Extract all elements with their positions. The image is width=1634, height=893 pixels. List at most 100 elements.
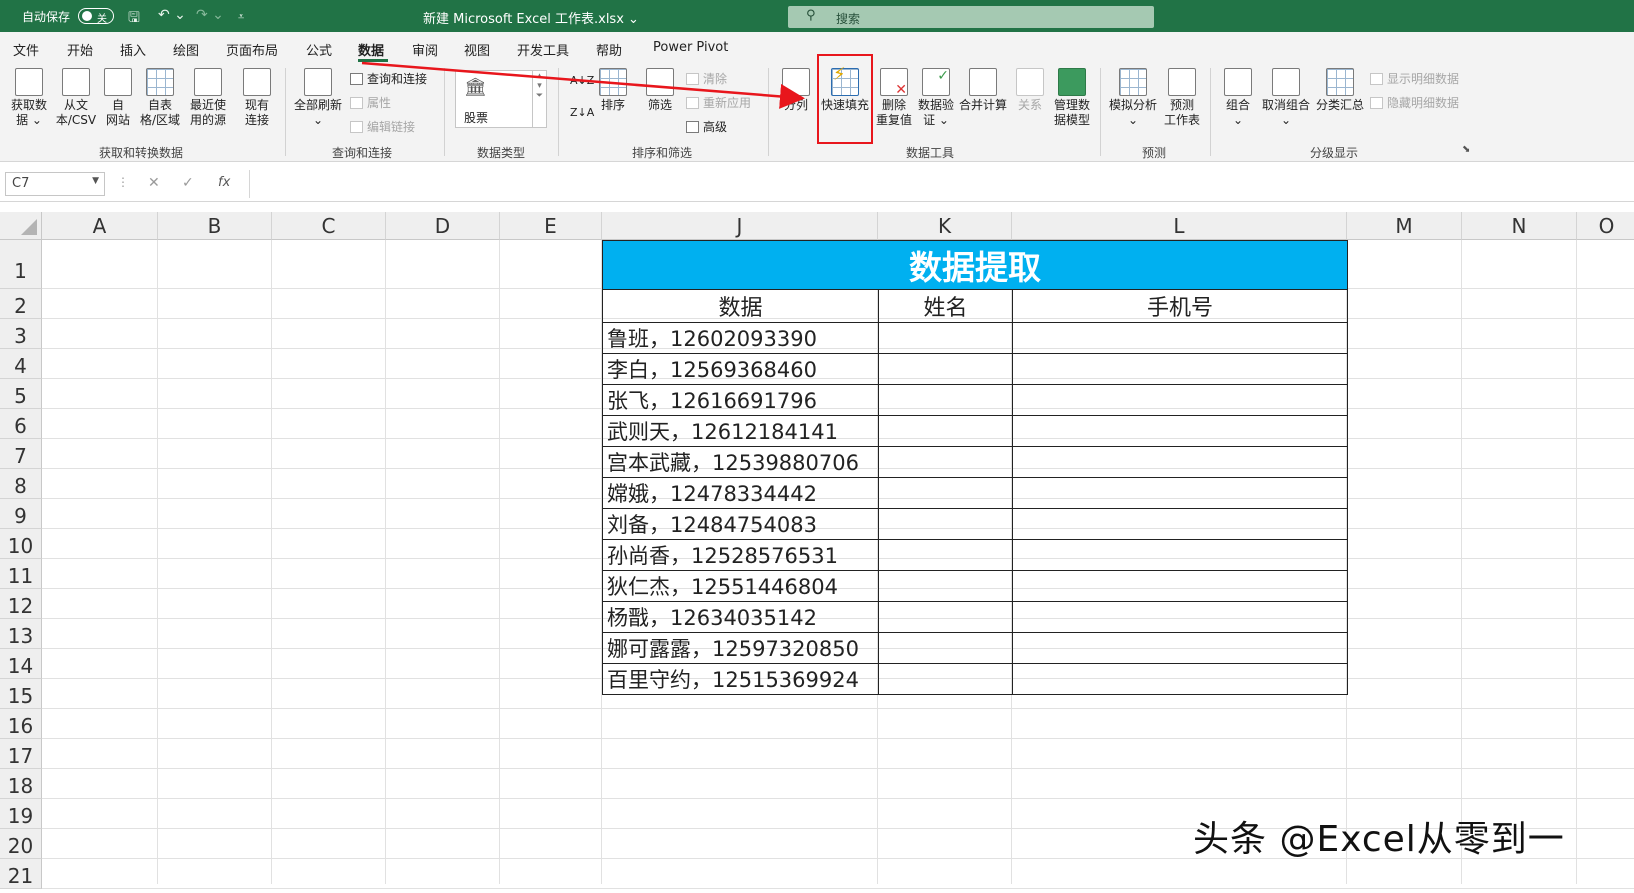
- sort-za-icon[interactable]: Z↓A: [570, 106, 594, 119]
- phone-cell[interactable]: [1012, 508, 1348, 540]
- row-header-17[interactable]: 17: [0, 739, 42, 769]
- phone-cell[interactable]: [1012, 601, 1348, 633]
- recent-sources-button[interactable]: 最近使 用的源: [185, 68, 231, 128]
- outline-dialog-launcher-icon[interactable]: ⬊: [1462, 144, 1470, 155]
- name-cell[interactable]: [878, 570, 1013, 602]
- row-header-1[interactable]: 1: [0, 240, 42, 289]
- ungroup-button[interactable]: 取消组合 ⌄: [1260, 68, 1312, 128]
- customize-qat-icon[interactable]: ⩡: [238, 10, 244, 24]
- data-cell[interactable]: 宫本武藏，12539880706: [602, 446, 879, 478]
- row-header-13[interactable]: 13: [0, 619, 42, 649]
- row-header-12[interactable]: 12: [0, 589, 42, 619]
- row-header-15[interactable]: 15: [0, 679, 42, 709]
- column-header-j[interactable]: J: [602, 212, 878, 240]
- tab-developer[interactable]: 开发工具: [517, 40, 569, 59]
- row-header-8[interactable]: 8: [0, 469, 42, 499]
- name-cell[interactable]: [878, 322, 1013, 354]
- sort-az-icon[interactable]: A↓Z: [570, 74, 594, 87]
- row-header-21[interactable]: 21: [0, 859, 42, 889]
- name-box[interactable]: C7 ▼: [5, 172, 105, 196]
- row-header-6[interactable]: 6: [0, 409, 42, 439]
- search-box[interactable]: ⚲ 搜索: [788, 6, 1154, 28]
- data-cell[interactable]: 张飞，12616691796: [602, 384, 879, 416]
- name-cell[interactable]: [878, 477, 1013, 509]
- gallery-scroll[interactable]: ▴ ▾ ⏷: [532, 71, 546, 127]
- filter-button[interactable]: 筛选: [643, 68, 677, 113]
- phone-cell[interactable]: [1012, 539, 1348, 571]
- row-header-11[interactable]: 11: [0, 559, 42, 589]
- column-header-o[interactable]: O: [1577, 212, 1634, 240]
- row-header-19[interactable]: 19: [0, 799, 42, 829]
- data-cell[interactable]: 武则天，12612184141: [602, 415, 879, 447]
- undo-icon[interactable]: ↶ ⌄: [158, 7, 186, 23]
- row-header-7[interactable]: 7: [0, 439, 42, 469]
- redo-icon[interactable]: ↷ ⌄: [196, 7, 224, 23]
- name-cell[interactable]: [878, 632, 1013, 664]
- phone-cell[interactable]: [1012, 446, 1348, 478]
- clear-filter-button[interactable]: 清除: [686, 70, 727, 87]
- phone-cell[interactable]: [1012, 477, 1348, 509]
- formula-input[interactable]: [249, 170, 1634, 198]
- row-header-10[interactable]: 10: [0, 529, 42, 559]
- tab-file[interactable]: 文件: [13, 40, 39, 59]
- phone-cell[interactable]: [1012, 632, 1348, 664]
- get-data-button[interactable]: 获取数 据 ⌄: [8, 68, 50, 128]
- row-header-16[interactable]: 16: [0, 709, 42, 739]
- stock-data-type-gallery[interactable]: 🏛 股票 ▴ ▾ ⏷: [455, 70, 547, 128]
- data-cell[interactable]: 百里守约，12515369924: [602, 663, 879, 695]
- data-validation-button[interactable]: ✓ 数据验 证 ⌄: [914, 68, 958, 128]
- relationships-button[interactable]: 关系: [1012, 68, 1048, 113]
- row-header-4[interactable]: 4: [0, 349, 42, 379]
- data-cell[interactable]: 鲁班，12602093390: [602, 322, 879, 354]
- tab-draw[interactable]: 绘图: [173, 40, 199, 59]
- name-cell[interactable]: [878, 508, 1013, 540]
- remove-duplicates-button[interactable]: ✕ 删除 重复值: [874, 68, 914, 128]
- name-cell[interactable]: [878, 601, 1013, 633]
- data-cell[interactable]: 刘备，12484754083: [602, 508, 879, 540]
- name-cell[interactable]: [878, 353, 1013, 385]
- edit-links-button[interactable]: 编辑链接: [350, 118, 415, 135]
- tab-power-pivot[interactable]: Power Pivot: [653, 40, 728, 55]
- forecast-sheet-button[interactable]: 预测 工作表: [1160, 68, 1204, 128]
- column-header-b[interactable]: B: [158, 212, 272, 240]
- column-header-m[interactable]: M: [1347, 212, 1462, 240]
- group-button[interactable]: 组合 ⌄: [1220, 68, 1256, 128]
- name-cell[interactable]: [878, 539, 1013, 571]
- name-cell[interactable]: [878, 663, 1013, 695]
- subtotal-button[interactable]: 分类汇总: [1314, 68, 1366, 113]
- row-header-14[interactable]: 14: [0, 649, 42, 679]
- chevron-down-icon[interactable]: ▼: [92, 176, 99, 186]
- table-title[interactable]: 数据提取: [602, 240, 1348, 290]
- insert-function-icon[interactable]: fx: [218, 175, 230, 190]
- advanced-filter-button[interactable]: 高级: [686, 118, 727, 135]
- header-phone[interactable]: 手机号: [1012, 289, 1348, 323]
- row-header-20[interactable]: 20: [0, 829, 42, 859]
- cancel-entry-icon[interactable]: ✕: [148, 175, 160, 191]
- worksheet-grid[interactable]: ABCDEJKLMNO 1 2 3 4 5 6 7 8 9 10 11 12 13 14 15 16 17 18 1…: [0, 212, 1634, 889]
- from-web-button[interactable]: 自 网站: [102, 68, 134, 128]
- data-cell[interactable]: 嫦娥，12478334442: [602, 477, 879, 509]
- select-all-button[interactable]: [0, 212, 42, 240]
- reapply-button[interactable]: 重新应用: [686, 94, 751, 111]
- queries-connections-button[interactable]: 查询和连接: [350, 70, 427, 87]
- from-table-button[interactable]: 自表 格/区域: [137, 68, 183, 128]
- tab-formulas[interactable]: 公式: [306, 40, 332, 59]
- sort-button[interactable]: 排序: [596, 68, 630, 113]
- data-cell[interactable]: 李白，12569368460: [602, 353, 879, 385]
- autosave-toggle[interactable]: 关: [78, 8, 114, 25]
- column-header-l[interactable]: L: [1012, 212, 1347, 240]
- what-if-analysis-button[interactable]: 模拟分析 ⌄: [1108, 68, 1158, 128]
- name-cell[interactable]: [878, 384, 1013, 416]
- show-detail-button[interactable]: 显示明细数据: [1370, 70, 1459, 87]
- tab-view[interactable]: 视图: [464, 40, 490, 59]
- row-header-18[interactable]: 18: [0, 769, 42, 799]
- consolidate-button[interactable]: 合并计算: [958, 68, 1008, 113]
- confirm-entry-icon[interactable]: ✓: [182, 175, 194, 191]
- from-text-csv-button[interactable]: 从文 本/CSV: [53, 68, 99, 128]
- phone-cell[interactable]: [1012, 570, 1348, 602]
- column-header-c[interactable]: C: [272, 212, 386, 240]
- row-header-3[interactable]: 3: [0, 319, 42, 349]
- data-cell[interactable]: 孙尚香，12528576531: [602, 539, 879, 571]
- tab-page-layout[interactable]: 页面布局: [226, 40, 278, 59]
- phone-cell[interactable]: [1012, 322, 1348, 354]
